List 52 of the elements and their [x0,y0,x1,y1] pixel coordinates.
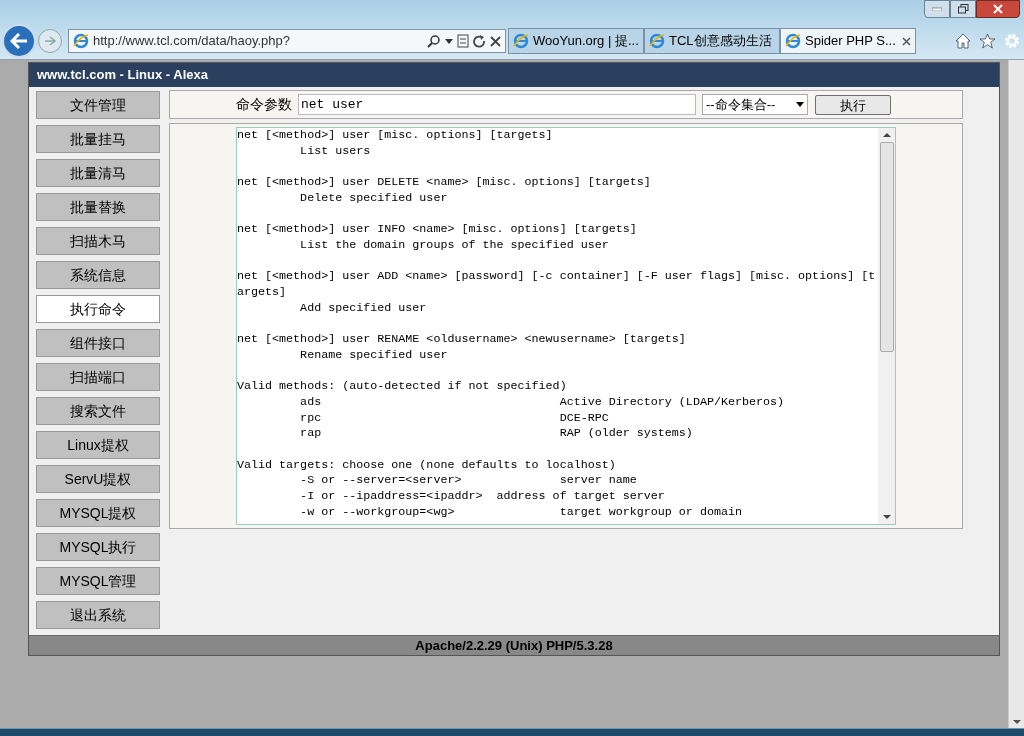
dropdown-caret-icon[interactable] [445,38,453,44]
command-output: net [<method>] user [misc. options] [targets] List users net [<method>] user DELETE <name> [misc. options] [targets] Delete specified user net [<method>] user INFO <name> [misc. options] [targets] List the domain groups of the specified user net [<method>] user ADD <name> [password] [-c container] [-F user flags] [misc. options] [t argets] Add specified user net [<method>] user RENAME <oldusername> <newusername> [targets] Rename specified user Valid methods: (auto-detected if not specified) ads Active Directory (LDAP/Kerberos) rpc DCE-RPC rap RAP (older systems) Valid targets: choose one (none defaults to localhost) -S or --server=<server> server name -I or --ipaddress=<ipaddr> address of target server -w or --workgroup=<wg> target workgroup or domain [237,128,877,521]
page-footer: Apache/2.2.29 (Unix) PHP/5.3.28 [29,635,999,655]
menu-button[interactable]: Linux提权 [36,431,160,459]
command-set-select[interactable]: --命令集合-- [702,94,808,115]
browser-icon [73,33,89,49]
close-tab-icon[interactable] [902,36,911,46]
browser-icon [513,33,529,49]
window-scrollbar[interactable] [1008,60,1024,728]
back-arrow-icon [10,33,28,49]
minimize-icon [932,7,942,11]
menu-button[interactable]: 执行命令 [36,295,160,323]
close-button[interactable] [976,0,1020,18]
maximize-button[interactable] [950,0,976,18]
browser-icon [649,33,665,49]
run-button[interactable]: 执行 [815,94,891,115]
compatibility-icon[interactable] [457,34,469,48]
menu-button[interactable]: 搜索文件 [36,397,160,425]
forward-arrow-icon [44,36,56,46]
scrollbar-thumb[interactable] [879,142,894,352]
menu-button[interactable]: 批量替换 [36,193,160,221]
close-icon[interactable] [490,35,501,47]
close-icon [993,4,1003,14]
browser-tab[interactable]: WooYun.org | 提... [508,28,644,54]
menu-button[interactable]: MYSQL执行 [36,533,160,561]
home-icon[interactable] [955,33,971,49]
menu-button[interactable]: 文件管理 [36,91,160,119]
back-button[interactable] [2,24,36,58]
url-text: http://www.tcl.com/data/haoy.php? [93,32,292,51]
browser-icon [785,33,801,49]
command-label: 命令参数 [236,95,292,114]
menu-button[interactable]: 系统信息 [36,261,160,289]
refresh-icon[interactable] [473,34,486,48]
search-icon[interactable] [427,34,441,48]
address-bar[interactable]: http://www.tcl.com/data/haoy.php? [68,29,506,53]
menu-button[interactable]: MYSQL提权 [36,499,160,527]
dropdown-caret-icon [796,102,804,107]
menu-button[interactable]: 批量清马 [36,159,160,187]
menu-button[interactable]: 扫描端口 [36,363,160,391]
menu-button[interactable]: ServU提权 [36,465,160,493]
menu-button[interactable]: MYSQL管理 [36,567,160,595]
star-icon[interactable] [979,33,996,49]
restore-icon [957,4,969,14]
browser-tab[interactable]: Spider PHP S... [780,28,916,54]
menu-button[interactable]: 扫描木马 [36,227,160,255]
menu-button[interactable]: 退出系统 [36,601,160,629]
menu-button[interactable]: 组件接口 [36,329,160,357]
page-header: www.tcl.com - Linux - Alexa [29,63,999,87]
menu-button[interactable]: 批量挂马 [36,125,160,153]
scrollbar[interactable] [878,128,895,524]
browser-tab[interactable]: TCL创意感动生活 [644,28,780,54]
command-input[interactable]: net user [298,94,696,115]
